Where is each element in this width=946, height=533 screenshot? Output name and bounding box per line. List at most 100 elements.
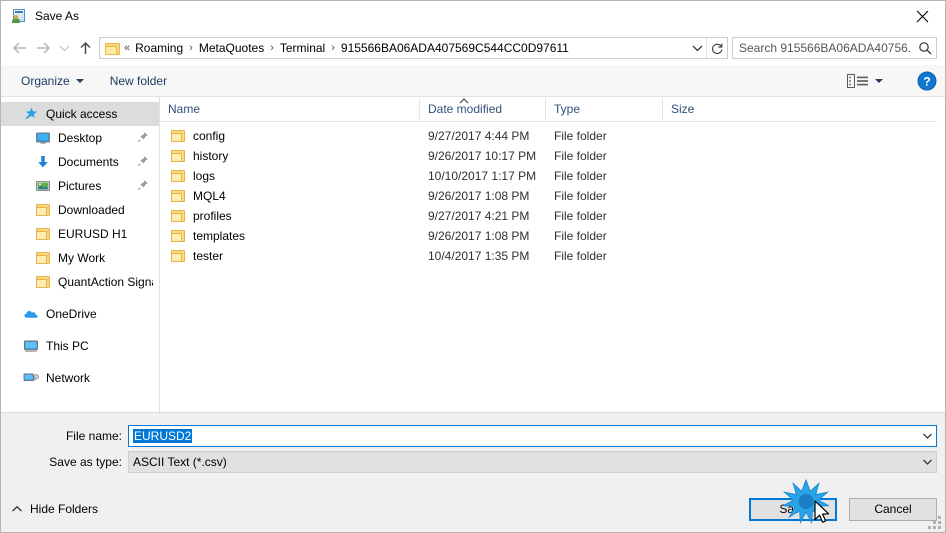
file-name-dropdown-button[interactable]: [919, 432, 936, 440]
folder-icon: [170, 128, 186, 144]
sidebar-item-pictures[interactable]: Pictures: [1, 174, 159, 198]
arrow-right-icon: [36, 42, 50, 54]
chevron-down-icon: [875, 78, 883, 83]
file-date-cell: 9/27/2017 4:44 PM: [428, 129, 530, 143]
folder-icon: [35, 250, 51, 266]
sort-ascending-icon: [458, 94, 470, 108]
sidebar-item-label: Quick access: [46, 107, 118, 121]
chevron-down-icon: [75, 78, 84, 83]
column-header-name[interactable]: Name: [160, 98, 420, 120]
pin-icon[interactable]: [137, 155, 149, 167]
search-input[interactable]: [733, 41, 914, 55]
file-name-cell: logs: [160, 168, 420, 184]
file-name-label: logs: [193, 169, 216, 183]
search-box[interactable]: [732, 37, 937, 59]
sidebar-item-documents[interactable]: Documents: [1, 150, 159, 174]
sidebar-item-quantaction-signal[interactable]: QuantAction Signal: [1, 270, 159, 294]
breadcrumb-item-metaquotes[interactable]: MetaQuotes: [197, 41, 266, 55]
file-name-label: profiles: [193, 209, 232, 223]
view-list-icon: [847, 73, 869, 89]
column-headers: Name Date modified Type Size: [160, 97, 937, 122]
dialog-body: Quick access Desktop Documents Pictures …: [1, 97, 945, 412]
table-row[interactable]: logs 10/10/2017 1:17 PM File folder: [160, 166, 945, 186]
table-row[interactable]: MQL4 9/26/2017 1:08 PM File folder: [160, 186, 945, 206]
address-dropdown-button[interactable]: [688, 44, 706, 52]
file-list-pane: Name Date modified Type Size config 9/27…: [160, 97, 945, 412]
pictures-icon: [35, 178, 51, 194]
save-button[interactable]: Save: [749, 497, 837, 521]
new-folder-button[interactable]: New folder: [104, 71, 173, 91]
pin-icon[interactable]: [137, 131, 149, 143]
file-date-cell: 9/26/2017 1:08 PM: [428, 189, 530, 203]
file-type-cell: File folder: [554, 209, 607, 223]
file-name-row: File name: EURUSD2: [1, 425, 937, 447]
up-button[interactable]: [73, 36, 97, 60]
save-button-label: Save: [779, 502, 807, 516]
column-header-type[interactable]: Type: [546, 98, 663, 120]
close-button[interactable]: [899, 1, 945, 31]
folder-icon: [170, 168, 186, 184]
breadcrumb-item-guid[interactable]: 915566BA06ADA407569C544CC0D97611: [339, 41, 571, 55]
navigation-bar: « Roaming › MetaQuotes › Terminal › 9155…: [1, 31, 945, 65]
sidebar-item-desktop[interactable]: Desktop: [1, 126, 159, 150]
file-date-cell: 9/26/2017 10:17 PM: [428, 149, 537, 163]
forward-button[interactable]: [31, 36, 55, 60]
arrow-up-icon: [79, 41, 91, 54]
sidebar-item-downloaded[interactable]: Downloaded: [1, 198, 159, 222]
new-folder-label: New folder: [109, 73, 168, 88]
breadcrumb-item-roaming[interactable]: Roaming: [133, 41, 185, 55]
sidebar-item-network[interactable]: Network: [1, 366, 159, 390]
file-type-cell: File folder: [554, 249, 607, 263]
view-options-button[interactable]: [841, 70, 889, 92]
recent-locations-button[interactable]: [55, 36, 73, 60]
folder-icon: [170, 148, 186, 164]
breadcrumb-overflow[interactable]: «: [124, 42, 133, 54]
download-arrow-icon: [35, 154, 51, 170]
file-date-cell: 10/4/2017 1:35 PM: [428, 249, 530, 263]
sidebar-item-label: Network: [46, 371, 91, 385]
hide-folders-button[interactable]: Hide Folders: [11, 502, 98, 516]
column-header-size[interactable]: Size: [663, 98, 937, 120]
breadcrumb-separator[interactable]: ›: [327, 42, 339, 54]
chevron-up-icon: [11, 502, 23, 516]
star-pin-icon: [23, 106, 39, 122]
chevron-down-icon: [59, 45, 69, 52]
title-bar: Save As: [1, 1, 945, 31]
sidebar-item-eurusd-h1[interactable]: EURUSD H1: [1, 222, 159, 246]
table-row[interactable]: tester 10/4/2017 1:35 PM File folder: [160, 246, 945, 266]
breadcrumb-separator[interactable]: ›: [185, 42, 197, 54]
resize-grip-icon[interactable]: [927, 515, 941, 529]
breadcrumb-item-terminal[interactable]: Terminal: [278, 41, 327, 55]
cancel-button[interactable]: Cancel: [849, 497, 937, 521]
file-name-cell: templates: [160, 228, 420, 244]
address-bar[interactable]: « Roaming › MetaQuotes › Terminal › 9155…: [99, 37, 728, 59]
table-row[interactable]: templates 9/26/2017 1:08 PM File folder: [160, 226, 945, 246]
refresh-button[interactable]: [706, 38, 727, 58]
column-header-date-modified[interactable]: Date modified: [420, 98, 546, 120]
save-as-type-select[interactable]: ASCII Text (*.csv): [128, 451, 937, 473]
file-name-input[interactable]: EURUSD2: [128, 425, 937, 447]
sidebar-item-my-work[interactable]: My Work: [1, 246, 159, 270]
breadcrumb-separator[interactable]: ›: [266, 42, 278, 54]
file-name-cell: tester: [160, 248, 420, 264]
table-row[interactable]: profiles 9/27/2017 4:21 PM File folder: [160, 206, 945, 226]
file-name-label: templates: [193, 229, 246, 243]
monitor-icon: [35, 130, 51, 146]
search-icon: [914, 41, 936, 55]
cancel-button-label: Cancel: [874, 502, 912, 516]
file-type-cell: File folder: [554, 129, 607, 143]
file-name-value-wrap: EURUSD2: [129, 429, 919, 443]
file-name-cell: profiles: [160, 208, 420, 224]
sidebar-item-quick-access[interactable]: Quick access: [1, 102, 159, 126]
back-button[interactable]: [7, 36, 31, 60]
sidebar-item-onedrive[interactable]: OneDrive: [1, 302, 159, 326]
save-as-type-dropdown-button[interactable]: [919, 458, 936, 466]
help-button[interactable]: ?: [917, 71, 937, 91]
pin-icon[interactable]: [137, 179, 149, 191]
table-row[interactable]: config 9/27/2017 4:44 PM File folder: [160, 126, 945, 146]
table-row[interactable]: history 9/26/2017 10:17 PM File folder: [160, 146, 945, 166]
sidebar-item-label: EURUSD H1: [58, 227, 128, 241]
navigation-pane: Quick access Desktop Documents Pictures …: [1, 97, 160, 412]
sidebar-item-this-pc[interactable]: This PC: [1, 334, 159, 358]
organize-button[interactable]: Organize: [15, 71, 90, 91]
